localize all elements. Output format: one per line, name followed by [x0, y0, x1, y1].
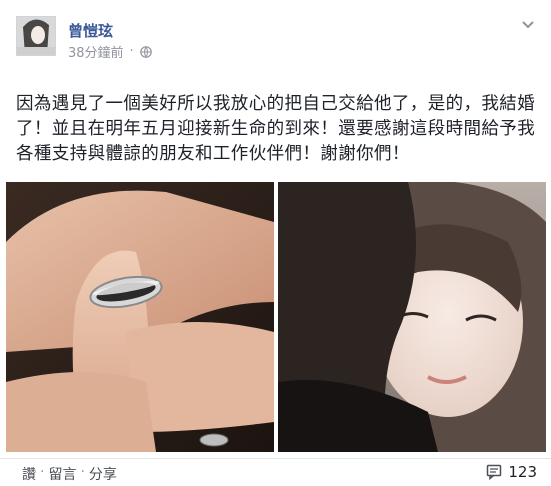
share-button[interactable]: 分享 [89, 464, 117, 484]
meta-separator: · [129, 44, 134, 59]
action-separator: · [40, 464, 45, 480]
like-button[interactable]: 讚 [22, 464, 36, 484]
post-footer: 讚 · 留言 · 分享 123 [0, 458, 551, 486]
comment-count: 123 [508, 463, 537, 481]
comment-count-link[interactable]: 123 [486, 463, 537, 481]
post-card: 曾愷玹 38分鐘前 · 因為遇見了一個美好所以我放心的把自己交給他了，是的，我結… [0, 0, 551, 486]
author-name[interactable]: 曾愷玹 [68, 20, 113, 41]
post-actions: 讚 · 留言 · 分享 [22, 464, 117, 484]
post-photo-ring[interactable] [6, 182, 274, 452]
globe-icon [139, 45, 152, 58]
post-photo-couple[interactable] [278, 182, 546, 452]
comment-button[interactable]: 留言 [48, 464, 76, 484]
action-separator: · [80, 464, 85, 480]
comment-icon [487, 464, 502, 480]
post-text: 因為遇見了一個美好所以我放心的把自己交給他了，是的，我結婚了！並且在明年五月迎接… [16, 94, 536, 164]
photo-grid [6, 182, 546, 452]
avatar[interactable] [16, 16, 56, 56]
post-meta: 38分鐘前 · [68, 42, 152, 61]
post-header: 曾愷玹 38分鐘前 · [10, 8, 540, 64]
chevron-down-icon[interactable] [520, 16, 536, 32]
post-timestamp[interactable]: 38分鐘前 [68, 42, 124, 61]
